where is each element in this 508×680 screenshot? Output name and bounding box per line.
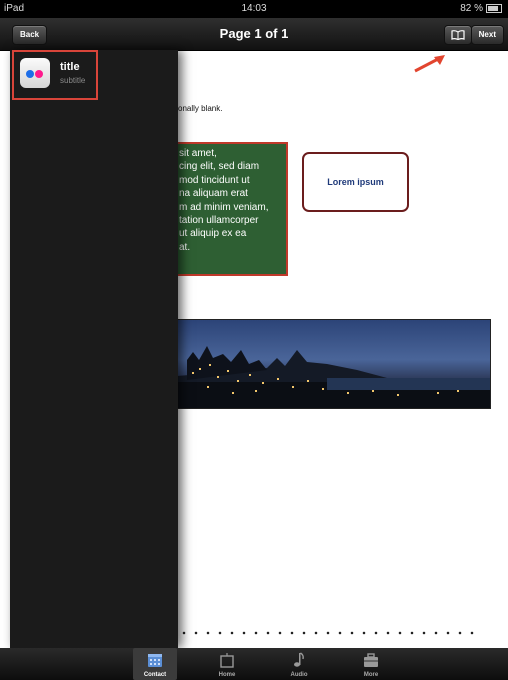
page-dot-separator (178, 630, 478, 636)
blue-dot-icon (26, 70, 34, 78)
annotation-arrow-icon (414, 55, 445, 73)
tab-home[interactable]: Home (205, 648, 249, 680)
flickr-app-icon (20, 58, 50, 88)
tab-label: Audio (290, 672, 308, 678)
home-icon (219, 652, 235, 668)
item-subtitle: subtitle (60, 76, 86, 85)
calendar-icon (147, 652, 163, 668)
briefcase-icon (363, 652, 379, 668)
green-box-text: sit amet, cing elit, sed diam mod tincid… (179, 148, 269, 253)
next-button[interactable]: Next (470, 25, 504, 45)
item-title: title (60, 61, 80, 73)
tab-bar: Contact Home Audio More (0, 648, 508, 680)
battery-percent: 82 % (460, 3, 483, 14)
battery-indicator: 82 % (460, 3, 502, 14)
tab-contact[interactable]: Contact (133, 648, 177, 680)
tab-label: More (363, 672, 379, 678)
tab-audio[interactable]: Audio (277, 648, 321, 680)
panel-list-item[interactable]: title subtitle (12, 50, 98, 100)
tab-more[interactable]: More (349, 648, 393, 680)
battery-icon (486, 4, 502, 13)
page-title: Page 1 of 1 (219, 26, 289, 41)
tab-label: Home (218, 672, 236, 678)
navigation-bar: Back Page 1 of 1 Next (0, 18, 508, 51)
tab-label: Contact (143, 672, 167, 678)
side-panel: title subtitle (10, 50, 178, 648)
status-bar: iPad 14:03 82 % (0, 0, 508, 18)
bookmarks-button[interactable] (444, 25, 472, 45)
music-note-icon (291, 652, 307, 668)
clock: 14:03 (241, 3, 267, 14)
book-icon (451, 30, 465, 40)
lorem-ipsum-box: Lorem ipsum (302, 152, 409, 212)
pink-dot-icon (35, 70, 43, 78)
blank-page-note: onally blank. (178, 104, 223, 113)
